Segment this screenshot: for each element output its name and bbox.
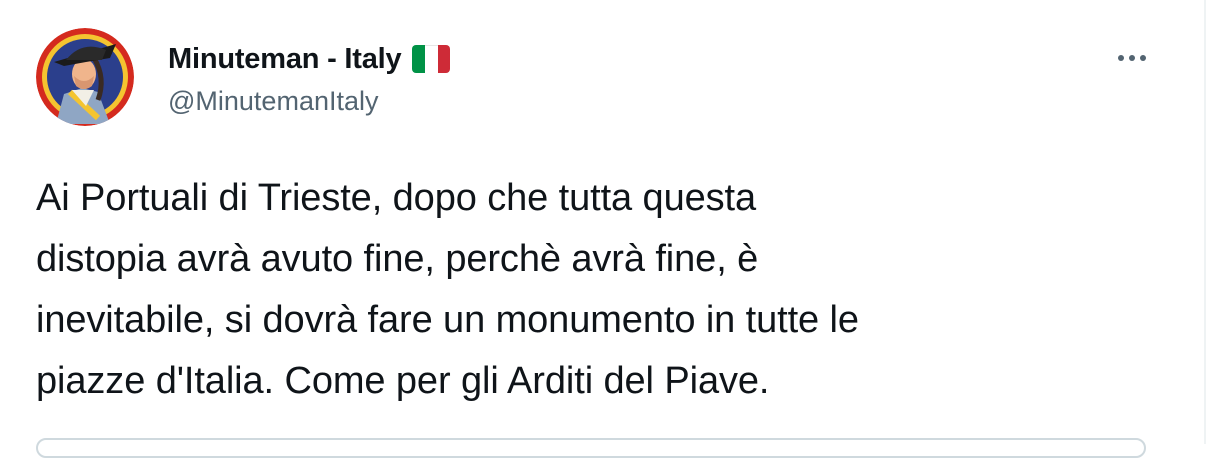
user-handle[interactable]: @MinutemanItaly [168, 86, 450, 117]
user-info: Minuteman - Italy @MinutemanItaly [168, 40, 451, 117]
more-dot [1140, 55, 1146, 61]
display-name[interactable]: Minuteman - Italy [168, 43, 402, 76]
avatar[interactable] [36, 28, 134, 126]
media-card-edge[interactable] [36, 438, 1146, 458]
italy-flag-icon [412, 45, 451, 73]
more-dot [1129, 55, 1135, 61]
display-name-row: Minuteman - Italy [168, 40, 451, 78]
tweet-card[interactable]: Minuteman - Italy @MinutemanItaly Ai Por… [0, 0, 1198, 458]
tweet-text: Ai Portuali di Trieste, dopo che tutta q… [36, 177, 859, 402]
more-options-icon[interactable] [1112, 46, 1152, 70]
minuteman-avatar-icon [36, 28, 134, 126]
more-dot [1118, 55, 1124, 61]
